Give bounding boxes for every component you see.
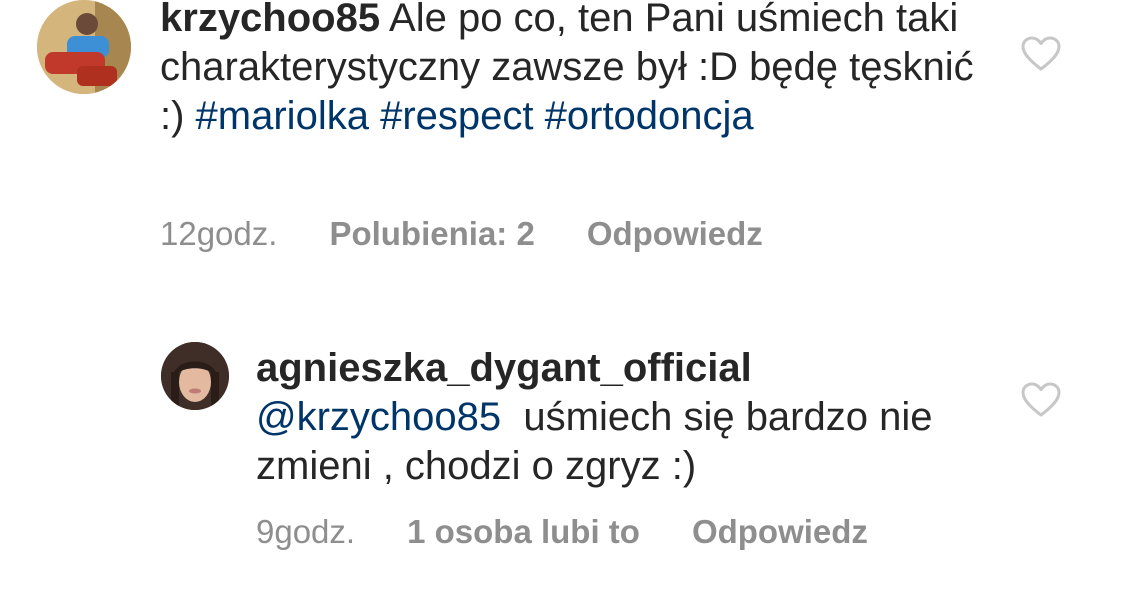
comment-likes-link[interactable]: Polubienia: 2	[329, 215, 534, 253]
comment-text: agnieszka_dygant_official @krzychoo85 uś…	[256, 344, 996, 491]
reply-comment: agnieszka_dygant_official @krzychoo85 uś…	[0, 300, 1125, 591]
hashtag-link[interactable]: #respect	[380, 94, 533, 138]
comment: krzychoo85 Ale po co, ten Pani uśmiech t…	[0, 0, 1125, 290]
heart-outline-icon[interactable]	[1021, 382, 1061, 418]
comment-text-part	[369, 94, 380, 138]
mention-link[interactable]: @krzychoo85	[256, 395, 501, 439]
user-avatar-icon	[161, 342, 229, 410]
avatar[interactable]	[161, 342, 229, 410]
comment-body: @krzychoo85 uśmiech się bardzo nie zmien…	[256, 393, 996, 491]
comment-meta: 9godz. 1 osoba lubi to Odpowiedz	[256, 513, 868, 551]
heart-outline-icon[interactable]	[1021, 36, 1061, 72]
hashtag-link[interactable]: #mariolka	[196, 94, 369, 138]
comment-text: krzychoo85 Ale po co, ten Pani uśmiech t…	[160, 0, 980, 141]
comment-timestamp: 9godz.	[256, 513, 356, 550]
comment-text-part	[534, 94, 545, 138]
comment-username[interactable]: agnieszka_dygant_official	[256, 344, 996, 393]
comment-meta: 12godz. Polubienia: 2 Odpowiedz	[160, 215, 763, 253]
hashtag-link[interactable]: #ortodoncja	[545, 94, 754, 138]
reply-button[interactable]: Odpowiedz	[587, 215, 763, 253]
reply-button[interactable]: Odpowiedz	[692, 513, 868, 551]
user-avatar-icon	[37, 0, 131, 94]
comment-likes-link[interactable]: 1 osoba lubi to	[407, 513, 640, 551]
comment-timestamp: 12godz.	[160, 215, 278, 252]
avatar[interactable]	[37, 0, 131, 94]
comment-username[interactable]: krzychoo85	[160, 0, 380, 40]
